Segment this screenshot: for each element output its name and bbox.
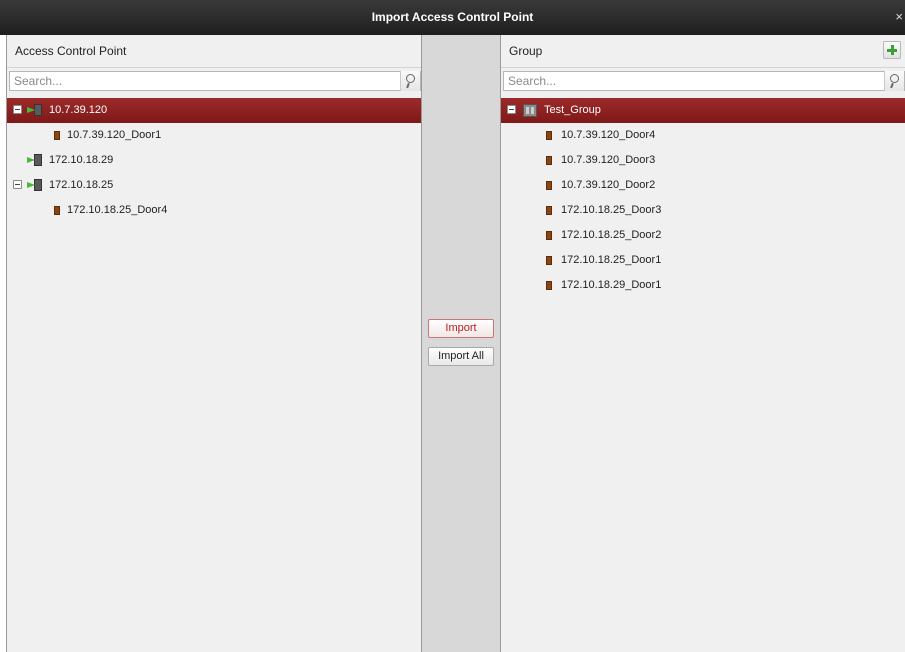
tree-item-label: 172.10.18.25_Door2 — [561, 229, 662, 241]
door-icon — [546, 231, 552, 240]
tree-door-row[interactable]: 10.7.39.120_Door3 — [501, 148, 905, 173]
door-icon — [54, 206, 60, 215]
tree-item-label: 10.7.39.120 — [49, 104, 108, 116]
collapse-icon[interactable] — [13, 180, 22, 189]
door-icon — [546, 131, 552, 140]
tree-door-row[interactable]: 172.10.18.25_Door3 — [501, 198, 905, 223]
tree-item-label: 10.7.39.120_Door2 — [561, 179, 656, 191]
door-icon — [54, 131, 60, 140]
access-control-point-tree: 10.7.39.120 10.7.39.120_Door1 172.10.18.… — [7, 98, 421, 223]
tree-item-label: 172.10.18.25 — [49, 179, 114, 191]
tree-device-row[interactable]: 172.10.18.25 — [7, 173, 421, 198]
right-search-input[interactable] — [504, 72, 882, 90]
door-icon — [546, 256, 552, 265]
group-tree: Test_Group 10.7.39.120_Door4 10.7.39.120… — [501, 98, 905, 298]
import-button[interactable]: Import — [428, 319, 494, 338]
search-icon[interactable] — [884, 71, 904, 91]
door-icon — [546, 181, 552, 190]
door-icon — [546, 281, 552, 290]
tree-item-label: 10.7.39.120_Door4 — [561, 129, 656, 141]
tree-item-label: Test_Group — [544, 104, 601, 116]
access-controller-icon — [27, 179, 43, 191]
tree-door-row[interactable]: 10.7.39.120_Door1 — [7, 123, 421, 148]
search-icon[interactable] — [400, 71, 420, 91]
right-panel-header: Group — [501, 35, 905, 68]
right-search-box — [503, 71, 905, 91]
tree-door-row[interactable]: 172.10.18.29_Door1 — [501, 273, 905, 298]
tree-group-row[interactable]: Test_Group — [501, 98, 905, 123]
tree-item-label: 172.10.18.25_Door4 — [67, 204, 168, 216]
group-panel: Group Test_Group 10.7.39.120_Door4 10.7.… — [500, 35, 905, 652]
dialog-title: Import Access Control Point — [371, 10, 534, 24]
tree-door-row[interactable]: 10.7.39.120_Door2 — [501, 173, 905, 198]
left-search-input[interactable] — [10, 72, 398, 90]
tree-door-row[interactable]: 172.10.18.25_Door4 — [7, 198, 421, 223]
import-all-button[interactable]: Import All — [428, 347, 494, 366]
tree-door-row[interactable]: 172.10.18.25_Door2 — [501, 223, 905, 248]
collapse-icon[interactable] — [13, 105, 22, 114]
transfer-button-column: Import Import All — [422, 35, 500, 652]
tree-item-label: 10.7.39.120_Door1 — [67, 129, 162, 141]
close-icon[interactable]: × — [895, 9, 903, 24]
tree-door-row[interactable]: 10.7.39.120_Door4 — [501, 123, 905, 148]
tree-door-row[interactable]: 172.10.18.25_Door1 — [501, 248, 905, 273]
dialog-title-bar: Import Access Control Point × — [0, 0, 905, 35]
tree-item-label: 172.10.18.29_Door1 — [561, 279, 662, 291]
add-group-icon[interactable] — [883, 41, 901, 59]
door-icon — [546, 156, 552, 165]
tree-device-row[interactable]: 10.7.39.120 — [7, 98, 421, 123]
group-icon — [523, 104, 537, 117]
access-control-point-panel: Access Control Point 10.7.39.120 10.7.39… — [6, 35, 422, 652]
tree-item-label: 172.10.18.25_Door1 — [561, 254, 662, 266]
tree-item-label: 172.10.18.29 — [49, 154, 114, 166]
collapse-icon[interactable] — [507, 105, 516, 114]
tree-item-label: 10.7.39.120_Door3 — [561, 154, 656, 166]
door-icon — [546, 206, 552, 215]
left-search-box — [9, 71, 421, 91]
tree-device-row[interactable]: 172.10.18.29 — [7, 148, 421, 173]
left-panel-header: Access Control Point — [7, 35, 421, 68]
tree-item-label: 172.10.18.25_Door3 — [561, 204, 662, 216]
access-controller-icon — [27, 104, 43, 116]
group-header-label: Group — [509, 44, 543, 58]
access-controller-icon — [27, 154, 43, 166]
